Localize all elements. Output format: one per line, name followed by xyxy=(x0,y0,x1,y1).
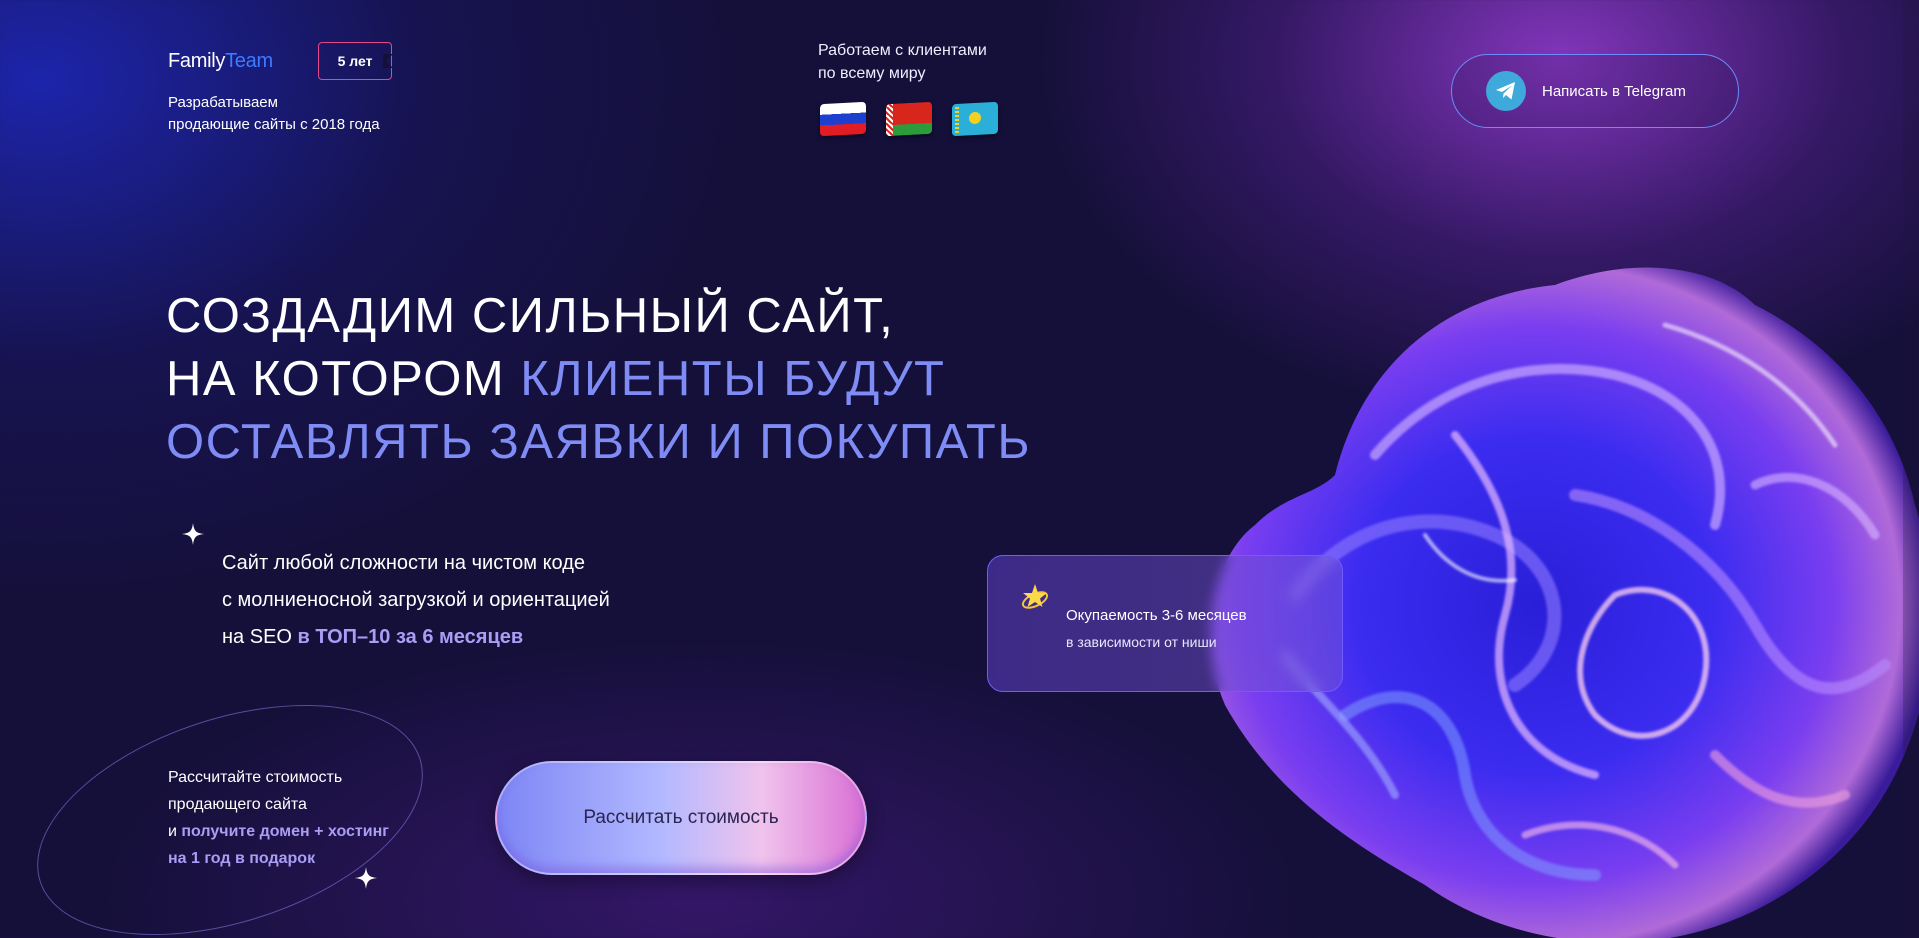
promo-line-1: Рассчитайте стоимость xyxy=(168,769,343,786)
worldwide-text: Работаем с клиентами по всему миру xyxy=(818,39,1038,85)
desc-line-1: Сайт любой сложности на чистом коде xyxy=(222,552,586,574)
promo-line-2: продающего сайта xyxy=(168,796,307,813)
desc-line-3-white: на SEO xyxy=(222,626,298,648)
promo-line-3-accent: получите домен + хостинг xyxy=(181,823,389,840)
tagline-line-1: Разрабатываем xyxy=(168,94,278,111)
hero-description: Сайт любой сложности на чистом коде с мо… xyxy=(222,545,742,656)
world-line-1: Работаем с клиентами xyxy=(818,42,987,59)
sparkle-icon xyxy=(182,523,204,545)
headline-line-2: НА КОТОРОМ КЛИЕНТЫ БУДУТ xyxy=(166,348,1031,411)
hero-headline: СОЗДАДИМ СИЛЬНЫЙ САЙТ, НА КОТОРОМ КЛИЕНТ… xyxy=(166,285,1031,474)
payback-subtitle: в зависимости от ниши xyxy=(1066,634,1217,650)
payback-title: Окупаемость 3-6 месяцев xyxy=(1066,607,1247,624)
desc-line-3-accent: в ТОП–10 за 6 месяцев xyxy=(297,626,524,648)
promo-text: Рассчитайте стоимость продающего сайта и… xyxy=(168,764,428,872)
telegram-button-label: Написать в Telegram xyxy=(1542,82,1686,100)
years-badge-label: 5 лет xyxy=(337,53,373,69)
headline-line-2-accent: КЛИЕНТЫ БУДУТ xyxy=(520,352,946,406)
calculate-cost-button-label: Рассчитать стоимость xyxy=(583,807,779,828)
promo-line-4: на 1 год в подарок xyxy=(168,850,316,867)
tagline-line-2: продающие сайты с 2018 года xyxy=(168,116,380,133)
headline-line-1: СОЗДАДИМ СИЛЬНЫЙ САЙТ, xyxy=(166,289,895,343)
company-tagline: Разрабатываем продающие сайты с 2018 год… xyxy=(168,92,428,136)
telegram-button[interactable]: Написать в Telegram xyxy=(1451,54,1739,128)
star-orbit-icon xyxy=(1021,584,1049,609)
logo-team: Team xyxy=(225,50,273,72)
logo[interactable]: FamilyTeam xyxy=(168,50,273,72)
desc-line-2: с молниеносной загрузкой и ориентацией xyxy=(222,589,610,611)
world-line-2: по всему миру xyxy=(818,65,926,82)
headline-line-2-white: НА КОТОРОМ xyxy=(166,352,521,406)
telegram-icon xyxy=(1486,71,1526,111)
logo-family: Family xyxy=(168,50,226,72)
years-badge: 5 лет xyxy=(318,42,392,80)
promo-line-3-white: и xyxy=(168,823,182,840)
desc-line-3: на SEO в ТОП–10 за 6 месяцев xyxy=(222,619,742,656)
russia-flag-icon xyxy=(820,101,866,137)
headline-line-3: ОСТАВЛЯТЬ ЗАЯВКИ И ПОКУПАТЬ xyxy=(166,415,1032,469)
page-scrollbar[interactable] xyxy=(1903,0,1919,938)
belarus-flag-icon xyxy=(886,101,932,137)
promo-line-3: и получите домен + хостинг xyxy=(168,818,428,845)
calculate-cost-button[interactable]: Рассчитать стоимость xyxy=(495,761,867,875)
country-flags xyxy=(820,101,998,137)
kazakhstan-flag-icon xyxy=(952,101,998,137)
